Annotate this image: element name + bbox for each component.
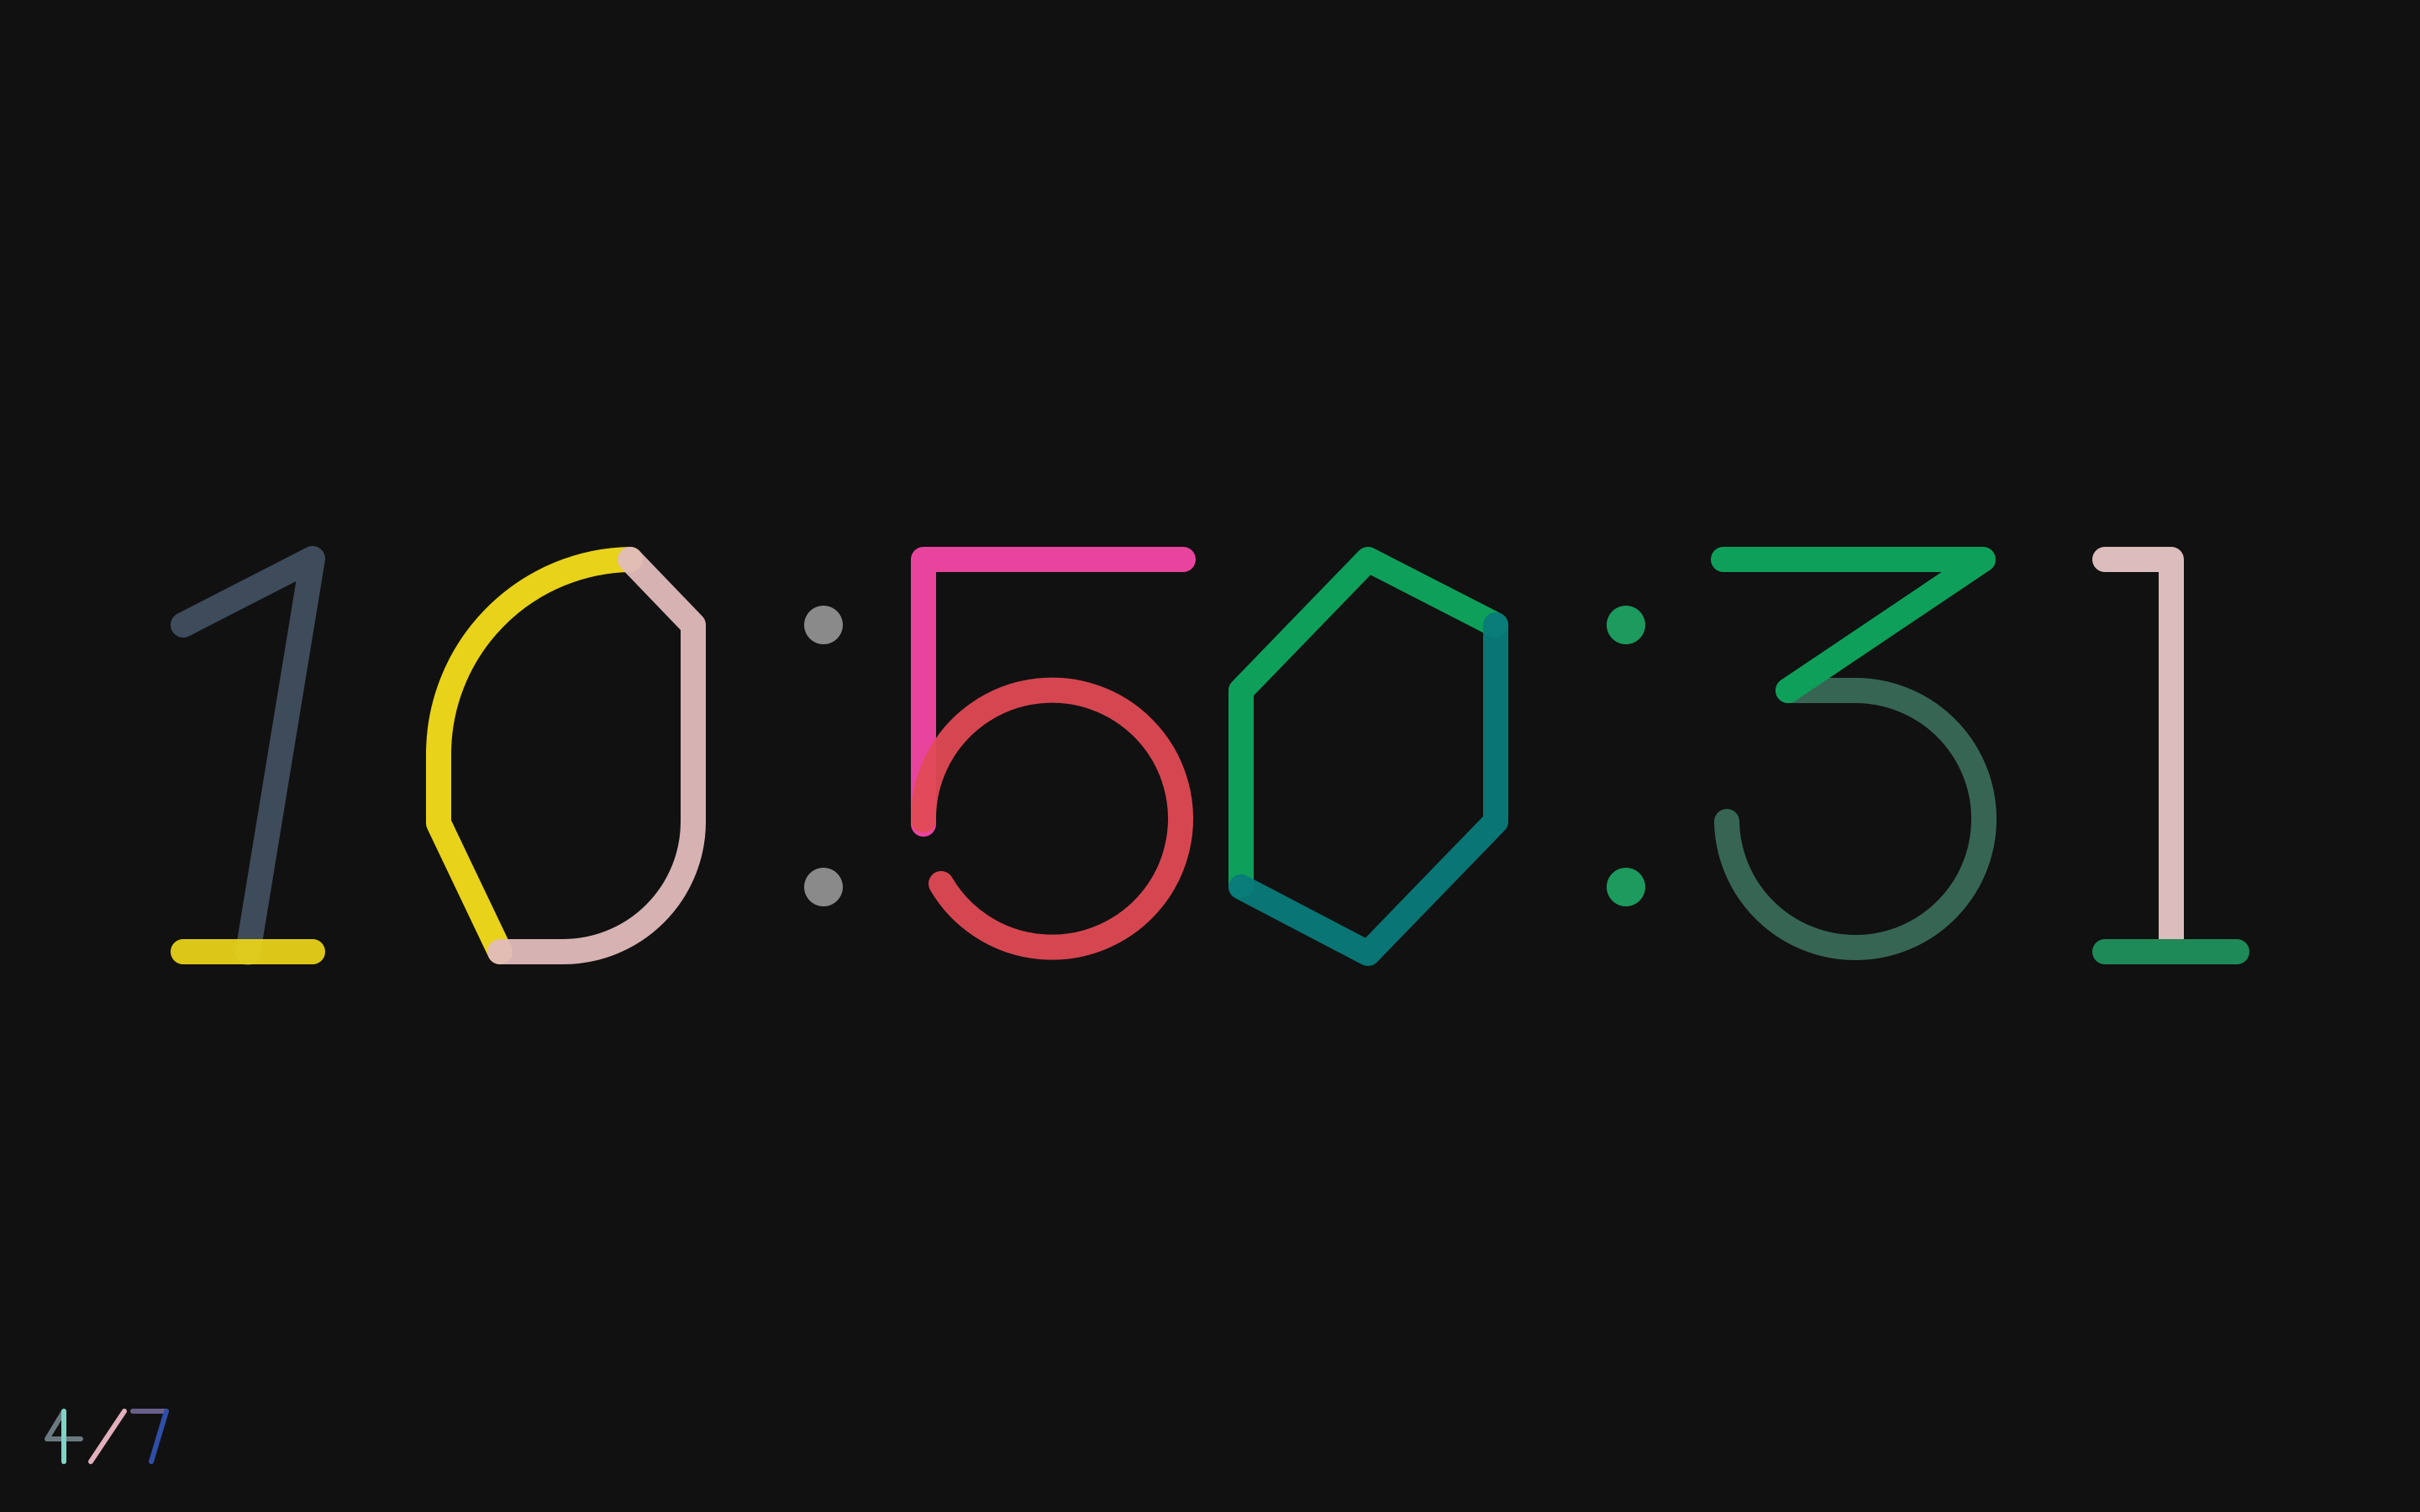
- page-slash: [88, 1409, 127, 1464]
- page-total-digit-7: [130, 1409, 169, 1464]
- page-indicator: [45, 1409, 169, 1464]
- pager-seven-stem: [149, 1409, 169, 1464]
- clock-screen: 10:50:31 4 / 7: [0, 0, 2420, 1512]
- page-current-digit-4: [45, 1409, 83, 1464]
- pager-slash-line: [88, 1409, 127, 1464]
